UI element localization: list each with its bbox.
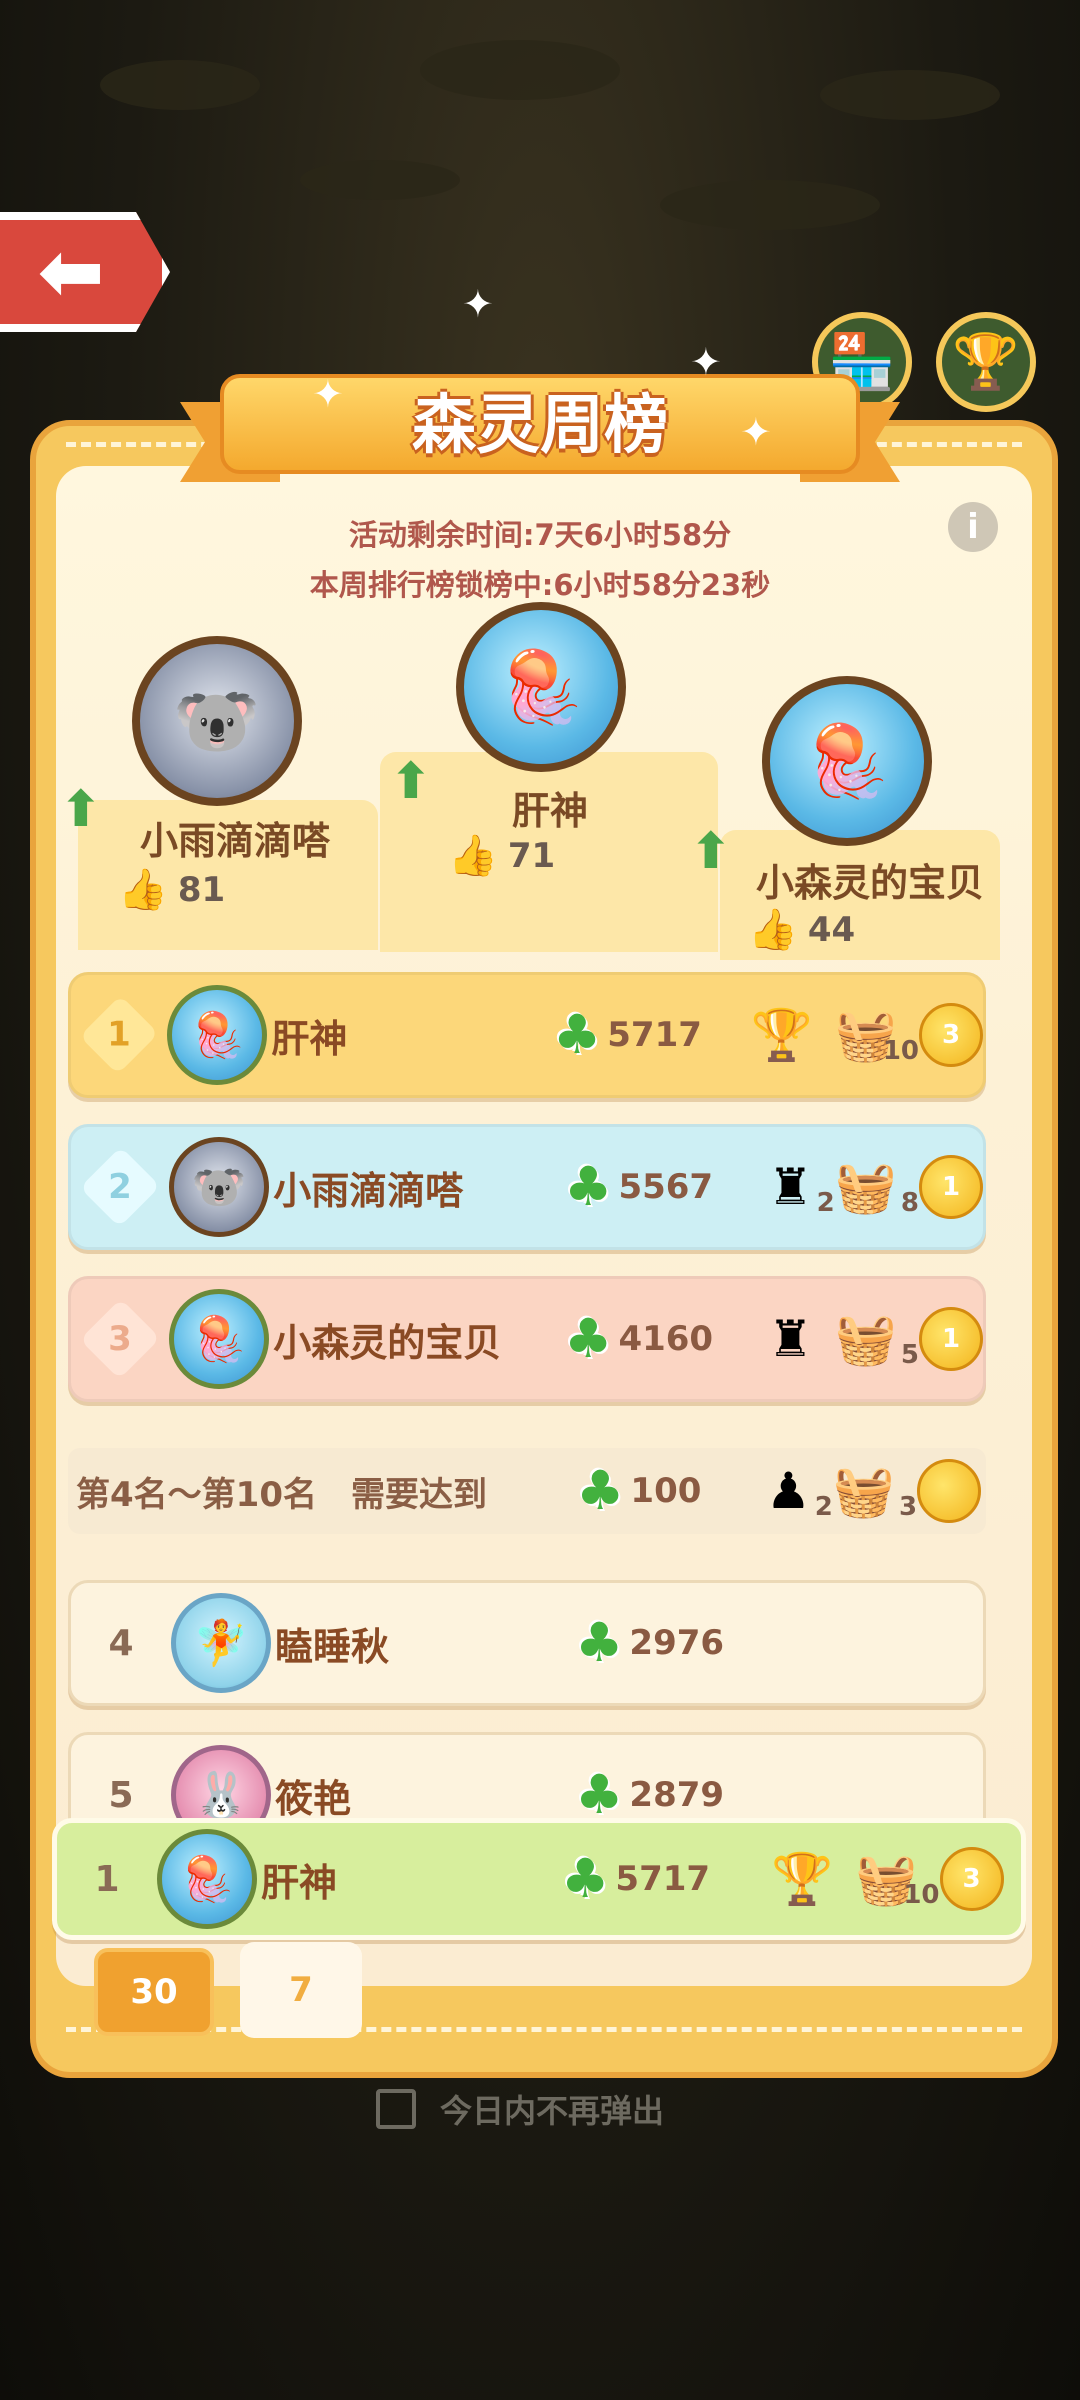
rank-number: 4 [108,1622,134,1664]
clover-icon: ♣ [564,1155,613,1218]
podium-likes-third[interactable]: 👍 44 [748,906,855,953]
like-count: 71 [507,835,556,876]
player-name: 瞌睡秋 [275,1624,390,1669]
threshold-score: ♣ 100 [576,1459,702,1522]
rank-row-3[interactable]: 3 🪼 小森灵的宝贝 ♣ 4160 ♜ 🧺 5 1 [68,1276,986,1402]
coin-icon: 1 [919,1307,983,1371]
player-avatar: 🐨 [169,1137,270,1237]
rewards: 🏆 🧺 10 3 [771,1847,1004,1911]
thumbs-up-icon: 👍 [118,867,168,913]
sparkle-icon: ✦ [690,340,722,384]
clover-icon: ♣ [561,1847,610,1910]
silver-cup-icon: ♜ [767,1310,813,1368]
podium-likes-first[interactable]: 👍 71 [448,832,555,879]
rewards: ♜ 2 🧺 8 1 [768,1155,983,1219]
calendar-30-icon: 30 [130,1972,178,2012]
title-banner: 森灵周榜 [180,352,900,492]
rank-up-icon: ⬆ [690,822,732,880]
remaining-time-text: 活动剩余时间:7天6小时58分 [348,518,732,552]
page-title: 森灵周榜 [412,389,668,463]
flower-basket-icon: 🧺 3 [832,1462,918,1522]
sparkle-icon: ✦ [740,410,772,454]
like-count: 44 [807,909,856,950]
left-arrow-icon: ⬅ [37,225,105,318]
player-name: 肝神 [261,1860,338,1905]
clover-icon: ♣ [552,1003,602,1066]
rank-row-2[interactable]: 2 🐨 小雨滴滴嗒 ♣ 5567 ♜ 2 🧺 8 1 [68,1124,986,1250]
score: ♣ 2879 [575,1763,725,1826]
rank-number: 1 [94,1858,120,1900]
player-name: 肝神 [271,1016,348,1061]
calendar-7-icon: 7 [289,1970,313,2010]
rank-badge: 2 [79,1146,161,1228]
podium-name-first: 肝神 [511,789,588,833]
threshold-row: 第4名～第10名 需要达到 ♣ 100 ♟ 2 🧺 3 [68,1448,986,1534]
dont-show-checkbox[interactable] [376,2089,416,2129]
rank-badge: 3 [79,1298,161,1380]
clover-icon: ♣ [575,1763,624,1826]
lock-time-text: 本周排行榜锁榜中:6小时58分23秒 [309,568,771,602]
coin-icon: 3 [919,1003,983,1067]
trophy-icon[interactable]: 🏆 [936,312,1036,412]
background-cloud [820,70,1000,120]
podium-avatar-first[interactable]: 🪼 [456,602,626,772]
thumbs-up-icon: 👍 [448,833,498,879]
rank-badge: 1 [79,995,159,1075]
tab-30-day[interactable]: 30 [94,1948,214,2036]
clover-icon: ♣ [575,1611,624,1674]
score: ♣ 4160 [564,1307,714,1370]
blue-cup-icon: 🏆 [750,1006,813,1064]
score: ♣ 5717 [561,1847,711,1910]
background-cloud [660,180,880,230]
player-avatar: 🪼 [157,1829,257,1929]
rank-row-4[interactable]: 4 🧚 瞌睡秋 ♣ 2976 [68,1580,986,1706]
player-avatar: 🪼 [167,985,268,1085]
podium-name-third: 小森灵的宝贝 [755,861,984,905]
background-cloud [300,160,460,200]
my-rank-row[interactable]: 1 🪼 肝神 ♣ 5717 🏆 🧺 10 3 [52,1818,1026,1940]
sparkle-icon: ✦ [312,372,344,416]
back-button[interactable]: ⬅ [0,212,170,332]
like-count: 81 [177,869,226,910]
blue-cup-icon: 🏆 [771,1850,834,1908]
clover-icon: ♣ [576,1459,625,1522]
podium-likes-second[interactable]: 👍 81 [118,866,225,913]
coin-icon: 3 [939,1847,1004,1911]
coin-icon: 1 [919,1155,983,1219]
flower-basket-icon: 🧺 10 [834,1006,919,1066]
silver-cup-icon: ♜ 2 [767,1158,835,1218]
background-cloud [420,40,620,100]
player-name: 筱艳 [275,1776,352,1821]
pawn-trophy-icon: ♟ 2 [766,1462,833,1522]
player-name: 小森灵的宝贝 [273,1320,502,1365]
clover-icon: ♣ [564,1307,613,1370]
player-name: 小雨滴滴嗒 [273,1168,464,1213]
podium-avatar-third[interactable]: 🪼 [762,676,932,846]
background-cloud [100,60,260,110]
flower-basket-icon: 🧺 5 [834,1310,919,1370]
rank-up-icon: ⬆ [60,780,102,838]
dont-show-today-option[interactable]: 今日内不再弹出 [376,2086,664,2132]
coin-icon [917,1459,982,1523]
flower-basket-icon: 🧺 10 [855,1850,940,1910]
rewards: 🏆 🧺 10 3 [750,1003,983,1067]
player-avatar: 🧚 [171,1593,271,1693]
checkbox-label: 今日内不再弹出 [440,2092,665,2130]
podium-avatar-second[interactable]: 🐨 [132,636,302,806]
podium-name-second: 小雨滴滴嗒 [139,819,330,863]
rank-row-1[interactable]: 1 🪼 肝神 ♣ 5717 🏆 🧺 10 3 [68,972,986,1098]
thumbs-up-icon: 👍 [748,907,798,953]
threshold-label: 第4名～第10名 需要达到 [76,1474,487,1515]
score: ♣ 5567 [564,1155,714,1218]
rank-up-icon: ⬆ [390,752,432,810]
rank-number: 5 [108,1774,134,1816]
rewards: ♟ 2 🧺 3 [766,1459,982,1523]
flower-basket-icon: 🧺 8 [834,1158,919,1218]
rewards: ♜ 🧺 5 1 [768,1307,983,1371]
sparkle-icon: ✦ [462,282,494,326]
score: ♣ 5717 [552,1003,702,1066]
tab-7-day[interactable]: 7 [240,1942,362,2038]
score: ♣ 2976 [575,1611,725,1674]
player-avatar: 🪼 [169,1289,270,1389]
